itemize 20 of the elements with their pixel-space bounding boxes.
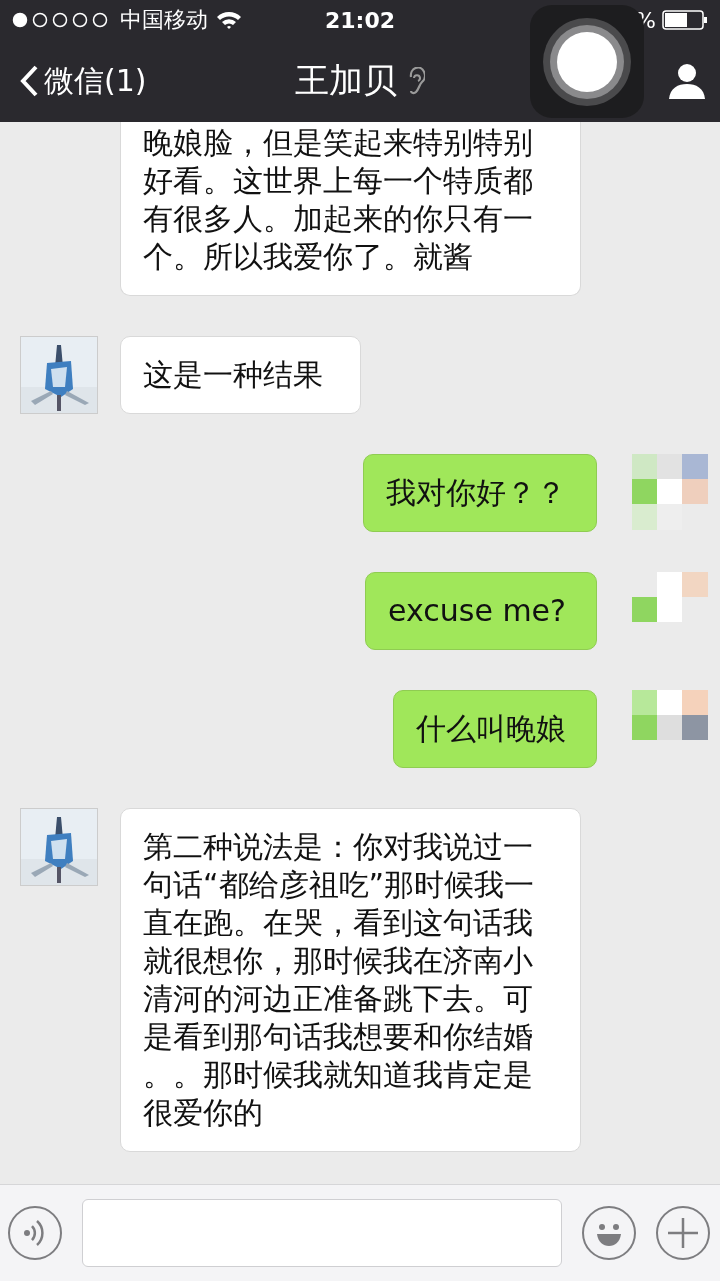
clock-time: 21:02 xyxy=(325,7,395,33)
message-bubble: 我对你好？？ xyxy=(363,454,597,532)
profile-icon[interactable] xyxy=(668,62,706,100)
battery-icon xyxy=(662,10,708,30)
wifi-icon xyxy=(216,10,242,30)
message-bubble: 什么叫晚娘 xyxy=(393,690,597,768)
carrier-name: 中国移动 xyxy=(120,6,208,34)
plus-icon xyxy=(666,1216,700,1250)
voice-button[interactable] xyxy=(8,1206,62,1260)
add-button[interactable] xyxy=(656,1206,710,1260)
chevron-left-icon xyxy=(18,64,40,98)
message-bubble: 这是一种结果 xyxy=(120,336,361,414)
message-bubble: excuse me? xyxy=(365,572,597,650)
message-input[interactable] xyxy=(82,1199,562,1267)
back-link[interactable]: 微信(1) xyxy=(18,60,147,102)
message-bubble: 晚娘脸，但是笑起来特别特别好看。这世界上每一个特质都有很多人。加起来的你只有一个。所以我爱你了。就酱 xyxy=(120,122,581,296)
emoji-button[interactable] xyxy=(582,1206,636,1260)
chat-title: 王加贝 xyxy=(295,59,397,102)
message-bubble: 第二种说法是：你对我说过一句话“都给彦祖吃”那时候我一直在跑。在哭，看到这句话我就很想你，那时候我在济南小清河的河边正准备跳下去。可是看到那句话我想要和你结婚。。那时候我就知道我肯定是很爱你的 xyxy=(120,808,581,1152)
ear-icon xyxy=(407,67,425,95)
